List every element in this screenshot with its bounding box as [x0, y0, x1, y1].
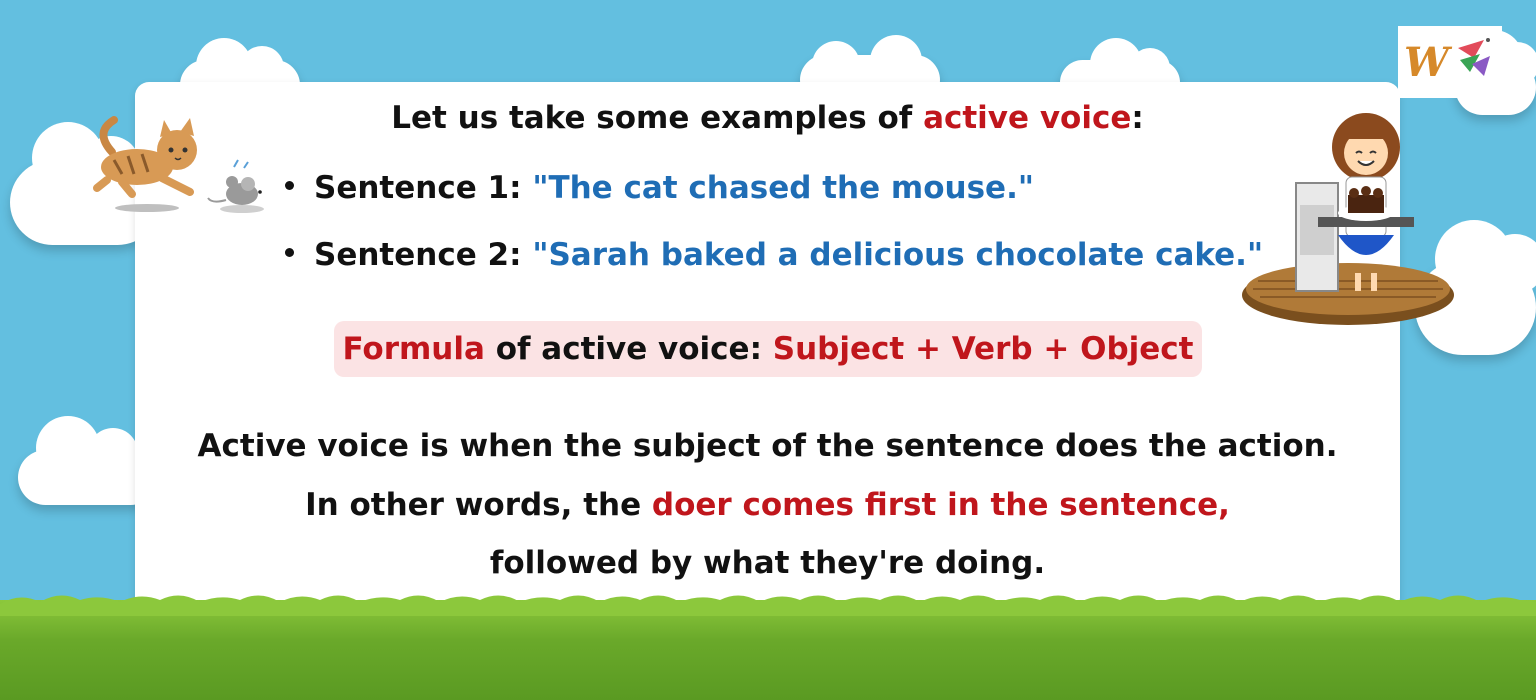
explanation-line-3: followed by what they're doing.	[489, 545, 1046, 581]
heading-highlight: active voice	[923, 100, 1132, 136]
explanation-line-1: Active voice is when the subject of the …	[197, 428, 1338, 464]
explanation-highlight: doer comes first in the sentence,	[651, 487, 1230, 523]
brand-logo-icon: W	[1398, 26, 1502, 98]
svg-text:W: W	[1404, 39, 1453, 86]
bullet-icon	[285, 248, 294, 257]
example-sentence: "The cat chased the mouse."	[532, 170, 1035, 206]
example-label: Sentence 1	[314, 170, 510, 206]
formula-word: Formula	[342, 331, 485, 367]
bullet-icon	[285, 181, 294, 190]
formula-box: Formula of active voice: Subject + Verb …	[334, 321, 1202, 377]
example-sentence: "Sarah baked a delicious chocolate cake.…	[532, 237, 1264, 273]
example-label: Sentence 2	[314, 237, 510, 273]
cat-chasing-mouse-illustration	[93, 116, 264, 213]
example-item: Sentence 1: "The cat chased the mouse."	[285, 170, 1034, 206]
girl-with-cake-illustration	[1242, 113, 1454, 325]
formula-value: Subject + Verb + Object	[772, 331, 1194, 367]
heading: Let us take some examples of active voic…	[391, 100, 1144, 136]
grass-edge	[0, 595, 1536, 616]
example-item: Sentence 2: "Sarah baked a delicious cho…	[285, 237, 1263, 273]
explanation-line-2: In other words, the doer comes first in …	[305, 487, 1230, 523]
